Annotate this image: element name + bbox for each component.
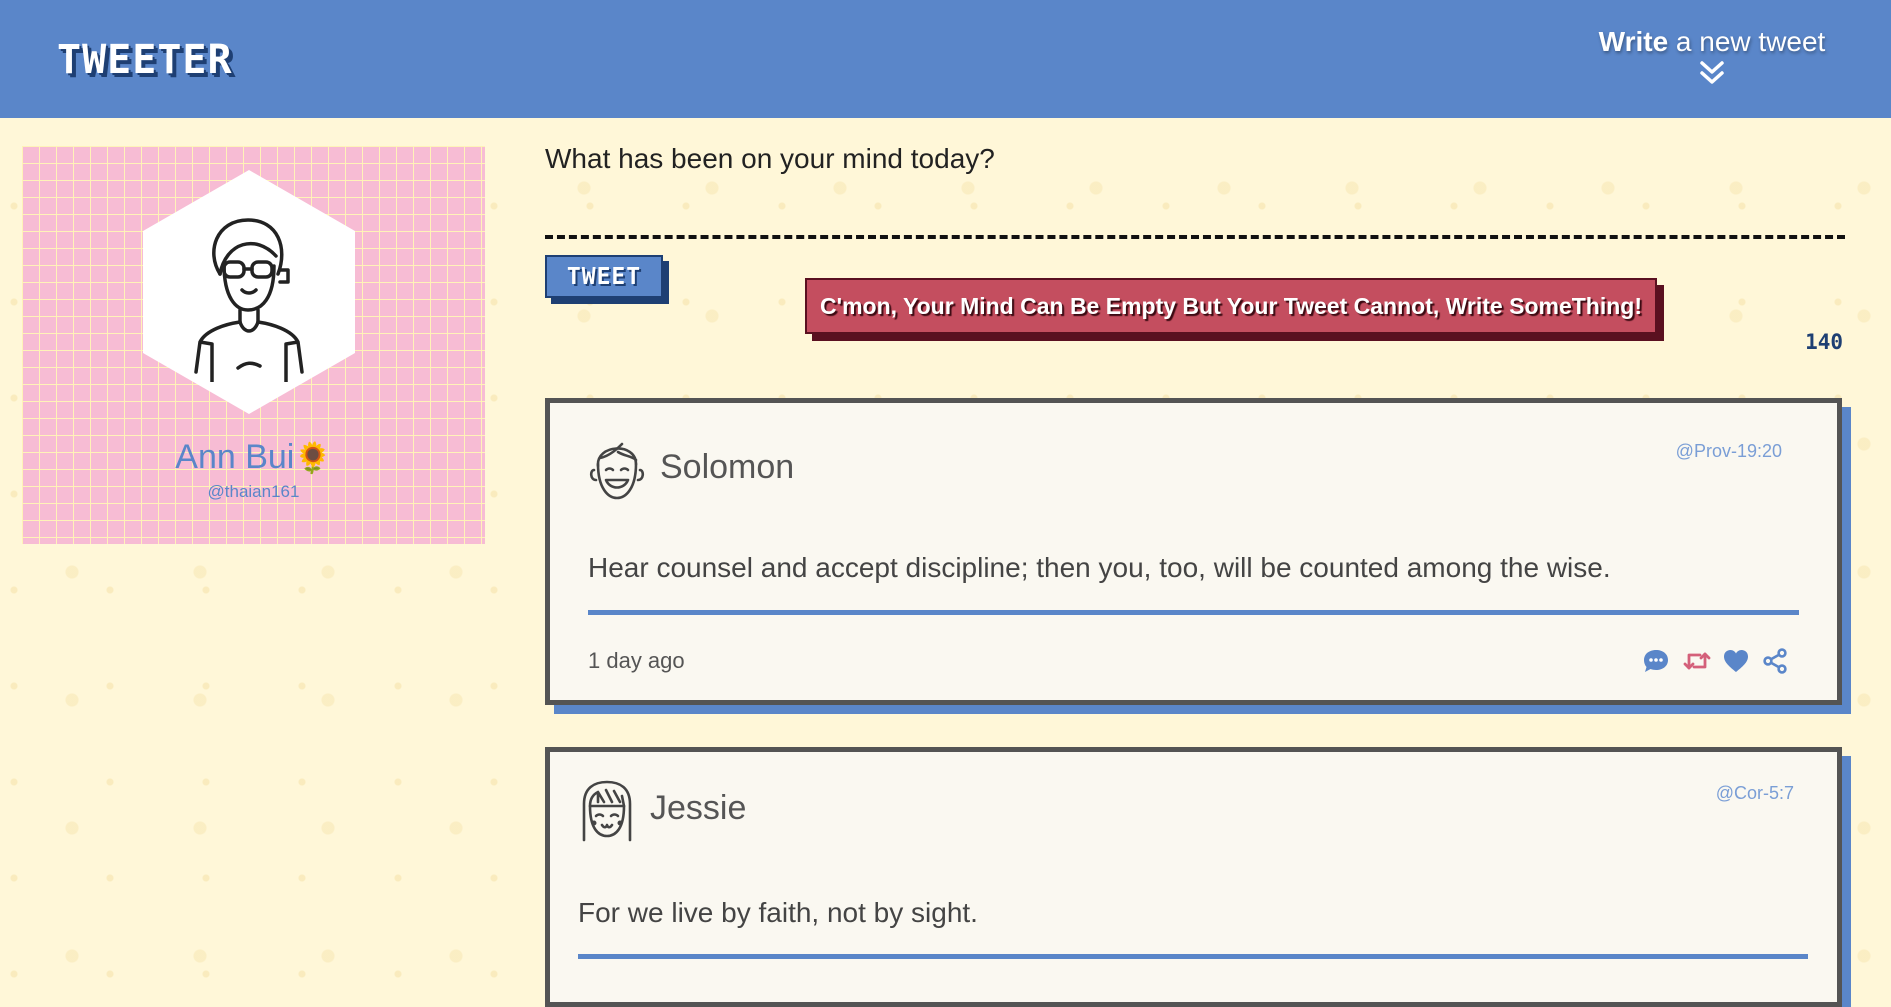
- tweet-composer: TWEET C'mon, Your Mind Can Be Empty But …: [545, 143, 1845, 373]
- tweet-content: Hear counsel and accept discipline; then…: [588, 552, 1611, 583]
- tweet-timestamp: 1 day ago: [588, 648, 685, 673]
- tweet-author-name[interactable]: Jessie: [650, 789, 746, 828]
- tweet-actions: [1642, 648, 1792, 676]
- tweet-card: Jessie @Cor-5:7 For we live by faith, no…: [545, 747, 1842, 1007]
- profile-avatar-frame: [143, 170, 355, 414]
- write-new-tweet-toggle[interactable]: Write a new tweet: [1592, 26, 1832, 86]
- profile-name: Ann Bui🌻: [22, 438, 485, 477]
- profile-name-text: Ann Bui: [175, 438, 295, 476]
- character-counter: 140: [1805, 330, 1843, 354]
- tweet-card: Solomon @Prov-19:20 Hear counsel and acc…: [545, 398, 1842, 705]
- tweet-divider: [578, 954, 1808, 959]
- woman-with-glasses-avatar-icon: [194, 218, 304, 382]
- tweet-content: For we live by faith, not by sight.: [578, 897, 978, 928]
- tweet-submit-button[interactable]: TWEET: [545, 255, 663, 298]
- write-label-bold: Write: [1598, 26, 1669, 57]
- comment-icon[interactable]: [1642, 648, 1672, 676]
- tweet-author-handle[interactable]: @Cor-5:7: [1716, 783, 1794, 804]
- smiling-boy-avatar-icon: [589, 442, 645, 500]
- profile-card: Ann Bui🌻 @thaian161: [22, 146, 485, 544]
- girl-with-bangs-avatar-icon: [582, 780, 632, 842]
- brand-logo[interactable]: TWEETER: [57, 37, 233, 83]
- heart-icon[interactable]: [1722, 648, 1752, 676]
- share-icon[interactable]: [1762, 648, 1792, 676]
- tweet-author-handle[interactable]: @Prov-19:20: [1676, 441, 1782, 462]
- tweet-avatar: [578, 778, 636, 848]
- tweet-author-name[interactable]: Solomon: [660, 448, 794, 487]
- empty-tweet-error: C'mon, Your Mind Can Be Empty But Your T…: [805, 278, 1657, 334]
- write-label-rest: a new tweet: [1668, 26, 1826, 57]
- top-nav: TWEETER Write a new tweet: [0, 0, 1891, 118]
- tweet-divider: [588, 610, 1799, 615]
- write-new-tweet-label[interactable]: Write a new tweet: [1592, 26, 1832, 58]
- retweet-icon[interactable]: [1682, 648, 1712, 676]
- composer-divider: [545, 235, 1845, 239]
- tweet-avatar: [588, 436, 646, 506]
- sunflower-emoji: 🌻: [294, 442, 332, 475]
- double-chevron-down-icon[interactable]: [1699, 60, 1725, 86]
- profile-handle: @thaian161: [207, 482, 300, 501]
- tweet-textarea[interactable]: [545, 143, 1845, 235]
